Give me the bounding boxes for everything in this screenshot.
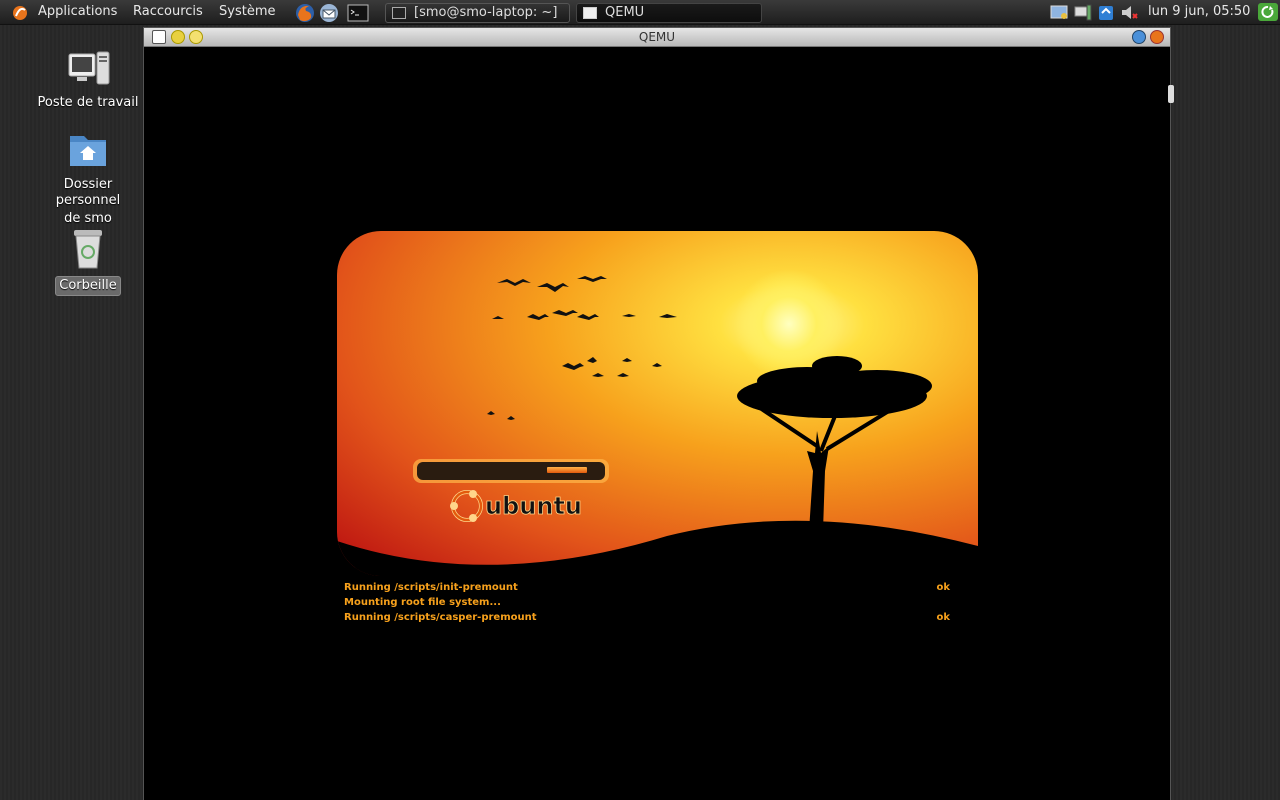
display-icon[interactable] xyxy=(1050,3,1070,22)
menu-raccourcis[interactable]: Raccourcis xyxy=(133,4,203,19)
window-titlebar[interactable]: QEMU xyxy=(144,28,1170,47)
console-line: Running /scripts/casper-premount ok xyxy=(344,610,950,625)
console-line-status: ok xyxy=(936,612,950,623)
task-terminal[interactable]: [smo@smo-laptop: ~] xyxy=(385,3,570,23)
task-qemu[interactable]: QEMU xyxy=(576,3,762,23)
console-line-text: Running /scripts/casper-premount xyxy=(344,612,537,623)
menu-systeme[interactable]: Système xyxy=(219,4,275,19)
desktop-icon-computer[interactable]: Poste de travail xyxy=(29,50,147,112)
network-icon[interactable] xyxy=(1073,3,1093,22)
desktop-icon-label: Dossier personnel xyxy=(55,177,121,208)
qemu-screen[interactable]: ubuntu Running /scripts/init-premount ok… xyxy=(144,48,1170,800)
splash-artwork: ubuntu xyxy=(337,231,978,576)
update-notifier-icon[interactable] xyxy=(1096,3,1116,22)
panel-clock[interactable]: lun 9 jun, 05:50 xyxy=(1148,4,1250,19)
console-line-text: Running /scripts/init-premount xyxy=(344,582,518,593)
menu-applications[interactable]: Applications xyxy=(38,4,117,19)
boot-console: Running /scripts/init-premount ok Mounti… xyxy=(344,580,950,625)
volume-muted-icon[interactable] xyxy=(1119,3,1139,22)
desktop-icon-label: Poste de travail xyxy=(37,95,139,110)
task-terminal-label: [smo@smo-laptop: ~] xyxy=(414,5,558,20)
logout-icon[interactable] xyxy=(1257,2,1279,22)
trash-icon xyxy=(74,230,102,269)
desktop-icon-label: Corbeille xyxy=(55,276,121,296)
email-client-icon[interactable] xyxy=(318,2,340,24)
firefox-icon[interactable] xyxy=(294,2,316,24)
task-qemu-label: QEMU xyxy=(605,5,645,20)
window-title: QEMU xyxy=(638,30,676,44)
ubuntu-wordmark: ubuntu xyxy=(485,492,582,520)
minimize-icon[interactable] xyxy=(1132,30,1146,44)
console-line: Mounting root file system... xyxy=(344,595,950,610)
qemu-window-icon xyxy=(583,7,597,19)
gnome-foot-icon[interactable] xyxy=(10,2,30,22)
console-line-text: Mounting root file system... xyxy=(344,597,501,608)
desktop-icon-home-folder[interactable]: Dossier personnel de smo xyxy=(29,128,147,228)
close-icon[interactable] xyxy=(1150,30,1164,44)
ubuntu-splash: ubuntu xyxy=(337,231,978,576)
progress-fill xyxy=(547,467,587,473)
console-line-status: ok xyxy=(936,582,950,593)
desktop-icon-trash[interactable]: Corbeille xyxy=(29,224,147,296)
home-folder-icon xyxy=(70,136,106,166)
console-line: Running /scripts/init-premount ok xyxy=(344,580,950,595)
top-panel: Applications Raccourcis Système [smo@smo… xyxy=(0,0,1280,25)
qemu-window[interactable]: QEMU ubuntu Running /scripts/init-premou… xyxy=(143,27,1171,800)
terminal-window-icon xyxy=(392,7,406,19)
computer-icon xyxy=(68,51,110,85)
window-resize-handle[interactable] xyxy=(1168,85,1174,103)
terminal-icon[interactable] xyxy=(347,2,369,24)
